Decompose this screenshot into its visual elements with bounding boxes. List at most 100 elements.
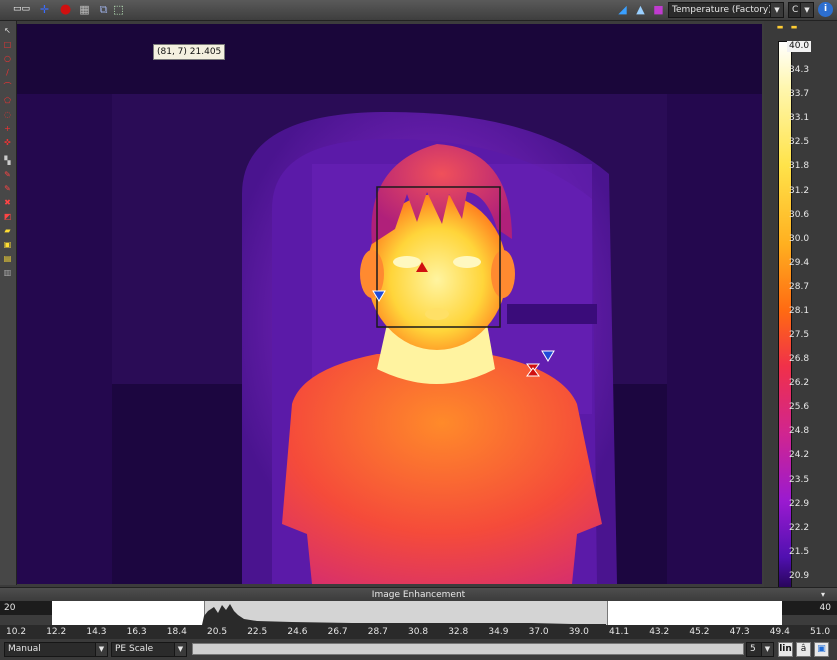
histogram[interactable] [52, 601, 782, 625]
pointer-icon[interactable]: ↖ [2, 25, 13, 36]
folder-icon[interactable]: ▰ [2, 225, 13, 236]
step-select-value: 5 [750, 644, 756, 654]
export-icon[interactable]: ⧉ [96, 2, 111, 17]
histogram-tick-label: 30.8 [408, 627, 429, 637]
scale-label: 27.5 [789, 330, 810, 341]
scale-label: 34.3 [789, 65, 810, 76]
scale-label: 25.6 [789, 402, 810, 413]
measurement-select-value: Temperature (Factory) [672, 5, 772, 15]
enhancement-slider[interactable] [192, 643, 744, 655]
chevron-down-icon: ▼ [174, 643, 186, 656]
scale-label: 33.7 [789, 89, 810, 100]
export-icon[interactable]: ▤ [2, 253, 13, 264]
polygon-icon[interactable]: ⬠ [2, 95, 13, 106]
histogram-tick-label: 20.5 [207, 627, 228, 637]
scale-label: 22.2 [789, 522, 810, 533]
scale-label: 32.5 [789, 137, 810, 148]
scale-label: 22.9 [789, 498, 810, 509]
log-button[interactable]: â [796, 642, 811, 657]
spot-icon[interactable]: + [2, 123, 13, 134]
histogram-tick-label: 43.2 [649, 627, 670, 637]
scale-select-value: PE Scale [115, 644, 154, 654]
scale-label: 24.8 [789, 426, 810, 437]
chevron-down-icon: ▼ [761, 643, 773, 656]
chevron-down-icon: ▼ [770, 3, 783, 17]
main-toolbar: ▭▭ ✛ ● ▦ ⧉ ⬚ ◢ ▲ ■ Temperature (Factory)… [0, 0, 837, 21]
histogram-tick-label: 22.5 [247, 627, 268, 637]
range-max-value[interactable]: 40 [782, 601, 837, 615]
histogram-axis: 10.2 12.2 14.3 16.3 18.4 20.5 22.5 24.6 26.7 28.7… [0, 625, 837, 639]
scale-label: 24.2 [789, 450, 810, 461]
histogram-tick-label: 49.4 [769, 627, 790, 637]
mode-select[interactable]: Manual ▼ [4, 642, 108, 657]
scale-label: 30.0 [789, 233, 810, 244]
linear-button[interactable]: lin [778, 642, 793, 657]
tool-strip: ↖ □ ○ / ⌒ ⬠ ◌ + ✜ ▚ ✎ ✎ ✖ ◩ ▰ ▣ ▤ ▥ [0, 21, 17, 585]
histogram-tick-label: 51.0 [810, 627, 831, 637]
cold-spot-icon[interactable]: ✎ [2, 183, 13, 194]
unit-select[interactable]: C ▼ [788, 2, 814, 18]
scale-down-icon[interactable]: ▬ [790, 23, 798, 31]
rectangle-icon[interactable]: □ [2, 39, 13, 50]
thermal-image[interactable] [17, 24, 762, 584]
scale-label: 28.7 [789, 281, 810, 292]
temperature-scale[interactable]: ▬ ▬ 40.0 34.3 33.7 33.1 32.5 31.8 31.2 30.6 30.0… [764, 21, 837, 606]
pe-button[interactable]: ▣ [814, 642, 829, 657]
histogram-tick-label: 39.0 [568, 627, 589, 637]
histogram-tick-label: 10.2 [6, 627, 27, 637]
unit-select-value: C [792, 5, 799, 15]
histogram-tick-label: 16.3 [126, 627, 147, 637]
target-icon[interactable]: ✜ [2, 137, 13, 148]
collapse-icon[interactable]: ▾ [821, 588, 825, 602]
scale-gradient [778, 41, 792, 603]
info-icon[interactable]: i [818, 2, 833, 17]
snapshot-icon[interactable]: ⬚ [111, 2, 126, 17]
crosshair-icon[interactable]: ✛ [37, 2, 52, 17]
scale-label: 28.1 [789, 305, 810, 316]
settings-icon[interactable]: ▥ [2, 267, 13, 278]
thermal-picture [17, 24, 762, 584]
scale-label: 23.5 [789, 474, 810, 485]
histogram-tick-label: 26.7 [327, 627, 348, 637]
scale-select[interactable]: PE Scale ▼ [111, 642, 187, 657]
step-select[interactable]: 5 ▼ [746, 642, 774, 657]
save-icon[interactable]: ▣ [2, 239, 13, 250]
image-enhancement-header: Image Enhancement ▾ [0, 587, 837, 602]
alarm-icon[interactable]: ▲ [633, 2, 648, 17]
scale-up-icon[interactable]: ▬ [776, 23, 784, 31]
delete-icon[interactable]: ✖ [2, 197, 13, 208]
ellipse-icon[interactable]: ○ [2, 53, 13, 64]
histogram-tick-label: 18.4 [166, 627, 187, 637]
chevron-down-icon: ▼ [800, 3, 813, 17]
isotherm-icon[interactable]: ▚ [2, 155, 13, 166]
measure-icon[interactable]: ◢ [615, 2, 630, 17]
clear-icon[interactable]: ◩ [2, 211, 13, 222]
mode-select-value: Manual [8, 644, 41, 654]
histogram-tick-label: 14.3 [86, 627, 107, 637]
scale-label: 26.2 [789, 378, 810, 389]
histogram-tick-label: 45.2 [689, 627, 710, 637]
scale-label: 31.8 [789, 161, 810, 172]
scale-label: 20.9 [789, 570, 810, 581]
enhancement-controls: Manual ▼ PE Scale ▼ 5 ▼ lin â ▣ [0, 639, 837, 660]
scale-label: 21.5 [789, 546, 810, 557]
palette-icon[interactable]: ■ [651, 2, 666, 17]
histogram-tick-label: 37.0 [528, 627, 549, 637]
line-icon[interactable]: / [2, 67, 13, 78]
histogram-tick-label: 34.9 [488, 627, 509, 637]
stop-record-icon[interactable]: ● [58, 2, 73, 17]
pixel-readout: (81, 7) 21.405 [153, 44, 226, 60]
range-min-value[interactable]: 20 [0, 601, 52, 615]
freeform-icon[interactable]: ◌ [2, 109, 13, 120]
hot-spot-icon[interactable]: ✎ [2, 169, 13, 180]
calendar-icon[interactable]: ▦ [77, 2, 92, 17]
scale-label: 33.1 [789, 113, 810, 124]
scale-label: 26.8 [789, 354, 810, 365]
polyline-icon[interactable]: ⌒ [2, 81, 13, 92]
record-icon[interactable]: ▭▭ [13, 2, 30, 17]
scale-label: 31.2 [789, 185, 810, 196]
histogram-bars [202, 604, 606, 625]
scale-label: 29.4 [789, 257, 810, 268]
measurement-select[interactable]: Temperature (Factory) ▼ [668, 2, 784, 18]
histogram-tick-label: 24.6 [287, 627, 308, 637]
